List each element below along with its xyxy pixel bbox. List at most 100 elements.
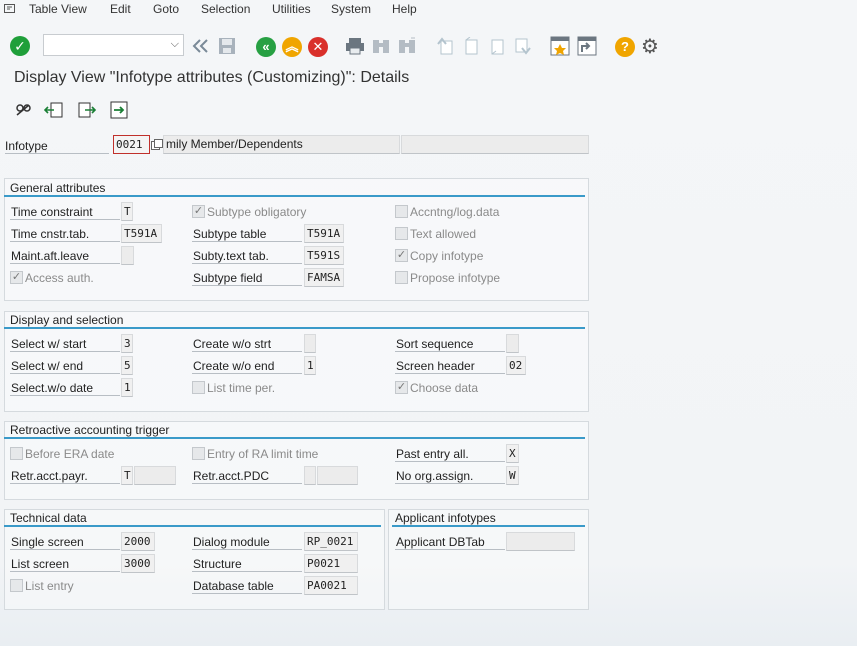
access-auth-checkbox[interactable]: ✓ — [10, 271, 23, 284]
copy-infotype-checkbox[interactable]: ✓ — [395, 249, 408, 262]
find-icon[interactable] — [371, 37, 391, 55]
back-icon[interactable]: « — [256, 37, 276, 57]
entry-ra-limit-checkbox[interactable] — [192, 447, 205, 460]
time-cnstr-tab-field[interactable]: T591A — [121, 224, 162, 243]
page-title: Display View "Infotype attributes (Custo… — [14, 69, 410, 86]
first-page-icon[interactable] — [436, 37, 454, 55]
select-w-start-field[interactable]: 3 — [121, 334, 133, 353]
time-constraint-label: Time constraint — [11, 205, 93, 219]
next-entry-icon[interactable] — [77, 101, 97, 119]
applicant-dbtab-underline — [395, 549, 505, 550]
display-change-icon[interactable] — [13, 100, 33, 120]
text-allowed-checkbox[interactable] — [395, 227, 408, 240]
display-selection-divider — [4, 327, 585, 329]
no-org-assign-label: No org.assign. — [396, 469, 474, 483]
dialog-module-field[interactable]: RP_0021 — [304, 532, 358, 551]
list-time-per-checkbox[interactable] — [192, 381, 205, 394]
structure-field[interactable]: P0021 — [304, 554, 358, 573]
enter-button[interactable]: ✓ — [10, 36, 30, 56]
value-help-icon[interactable] — [151, 139, 163, 151]
command-field[interactable]: ⌵ — [43, 34, 184, 56]
maint-aft-leave-underline — [10, 263, 120, 264]
time-cnstr-tab-label: Time cnstr.tab. — [11, 227, 90, 241]
retr-acct-payr-field[interactable]: T — [121, 466, 133, 485]
copy-infotype-label: Copy infotype — [410, 249, 484, 263]
applicant-dbtab-label: Applicant DBTab — [396, 535, 485, 549]
list-screen-label: List screen — [11, 557, 70, 571]
last-page-icon[interactable] — [514, 37, 532, 55]
subty-text-tab-field[interactable]: T591S — [304, 246, 344, 265]
find-next-icon[interactable] — [397, 37, 417, 55]
single-screen-field[interactable]: 2000 — [121, 532, 155, 551]
create-session-icon[interactable] — [550, 36, 570, 56]
app-menu-icon[interactable] — [4, 4, 16, 14]
accntng-log-data-checkbox[interactable] — [395, 205, 408, 218]
subtype-table-underline — [192, 241, 302, 242]
settings-gear-icon[interactable]: ⚙ — [641, 34, 659, 59]
select-w-end-label: Select w/ end — [11, 359, 84, 373]
propose-infotype-checkbox[interactable] — [395, 271, 408, 284]
save-icon[interactable] — [218, 37, 236, 55]
infotype-extra-field — [401, 135, 589, 154]
next-page-icon[interactable] — [488, 37, 506, 55]
previous-page-icon[interactable] — [462, 37, 480, 55]
menu-utilities[interactable]: Utilities — [272, 2, 311, 16]
screen-header-field[interactable]: 02 — [506, 356, 526, 375]
retr-acct-payr-text-field — [134, 466, 176, 485]
shortcut-icon[interactable] — [577, 36, 597, 56]
subtype-obligatory-checkbox[interactable]: ✓ — [192, 205, 205, 218]
select-wo-date-label: Select.w/o date — [11, 381, 94, 395]
maint-aft-leave-label: Maint.aft.leave — [11, 249, 90, 263]
subtype-field-field[interactable]: FAMSA — [304, 268, 344, 287]
menu-system[interactable]: System — [331, 2, 371, 16]
infotype-field[interactable]: 0021 — [113, 135, 150, 154]
technical-data-divider — [4, 525, 381, 527]
select-wo-date-field[interactable]: 1 — [121, 378, 133, 397]
back-double-icon[interactable] — [192, 38, 210, 54]
maint-aft-leave-field[interactable] — [121, 246, 134, 265]
create-wo-end-label: Create w/o end — [193, 359, 275, 373]
retr-acct-payr-underline — [10, 483, 120, 484]
transport-icon[interactable] — [109, 100, 129, 120]
select-wo-date-underline — [10, 395, 120, 396]
screen-header-label: Screen header — [396, 359, 475, 373]
choose-data-label: Choose data — [410, 381, 479, 395]
past-entry-all-field[interactable]: X — [506, 444, 519, 463]
subtype-obligatory-label: Subtype obligatory — [207, 205, 307, 219]
applicant-infotypes-divider — [392, 525, 585, 527]
retr-acct-pdc-label: Retr.acct.PDC — [193, 469, 270, 483]
menu-table-view[interactable]: Table View — [29, 2, 87, 16]
create-wo-strt-underline — [192, 351, 302, 352]
no-org-assign-field[interactable]: W — [506, 466, 519, 485]
menu-help[interactable]: Help — [392, 2, 417, 16]
subtype-table-field[interactable]: T591A — [304, 224, 344, 243]
previous-entry-icon[interactable] — [44, 101, 64, 119]
time-cnstr-tab-underline — [10, 241, 120, 242]
database-table-field[interactable]: PA0021 — [304, 576, 358, 595]
choose-data-checkbox[interactable]: ✓ — [395, 381, 408, 394]
general-attributes-divider — [4, 195, 585, 197]
retr-acct-pdc-field[interactable] — [304, 466, 316, 485]
create-wo-end-field[interactable]: 1 — [304, 356, 316, 375]
applicant-dbtab-field[interactable] — [506, 532, 575, 551]
past-entry-all-underline — [395, 461, 505, 462]
select-w-end-field[interactable]: 5 — [121, 356, 133, 375]
before-era-date-checkbox[interactable] — [10, 447, 23, 460]
menu-edit[interactable]: Edit — [110, 2, 131, 16]
list-screen-field[interactable]: 3000 — [121, 554, 155, 573]
infotype-text-field: mily Member/Dependents — [163, 135, 400, 154]
cancel-icon[interactable]: ✕ — [308, 37, 328, 57]
sort-sequence-field[interactable] — [506, 334, 519, 353]
create-wo-strt-field[interactable] — [304, 334, 316, 353]
create-wo-end-underline — [192, 373, 302, 374]
exit-icon[interactable]: ︽ — [282, 37, 302, 57]
dialog-module-underline — [192, 549, 302, 550]
text-allowed-label: Text allowed — [410, 227, 477, 241]
print-icon[interactable] — [345, 37, 365, 55]
help-icon[interactable]: ? — [615, 37, 635, 57]
menu-selection[interactable]: Selection — [201, 2, 250, 16]
chevron-down-icon[interactable]: ⌵ — [171, 38, 179, 51]
time-constraint-field[interactable]: T — [121, 202, 133, 221]
list-entry-checkbox[interactable] — [10, 579, 23, 592]
menu-goto[interactable]: Goto — [153, 2, 179, 16]
